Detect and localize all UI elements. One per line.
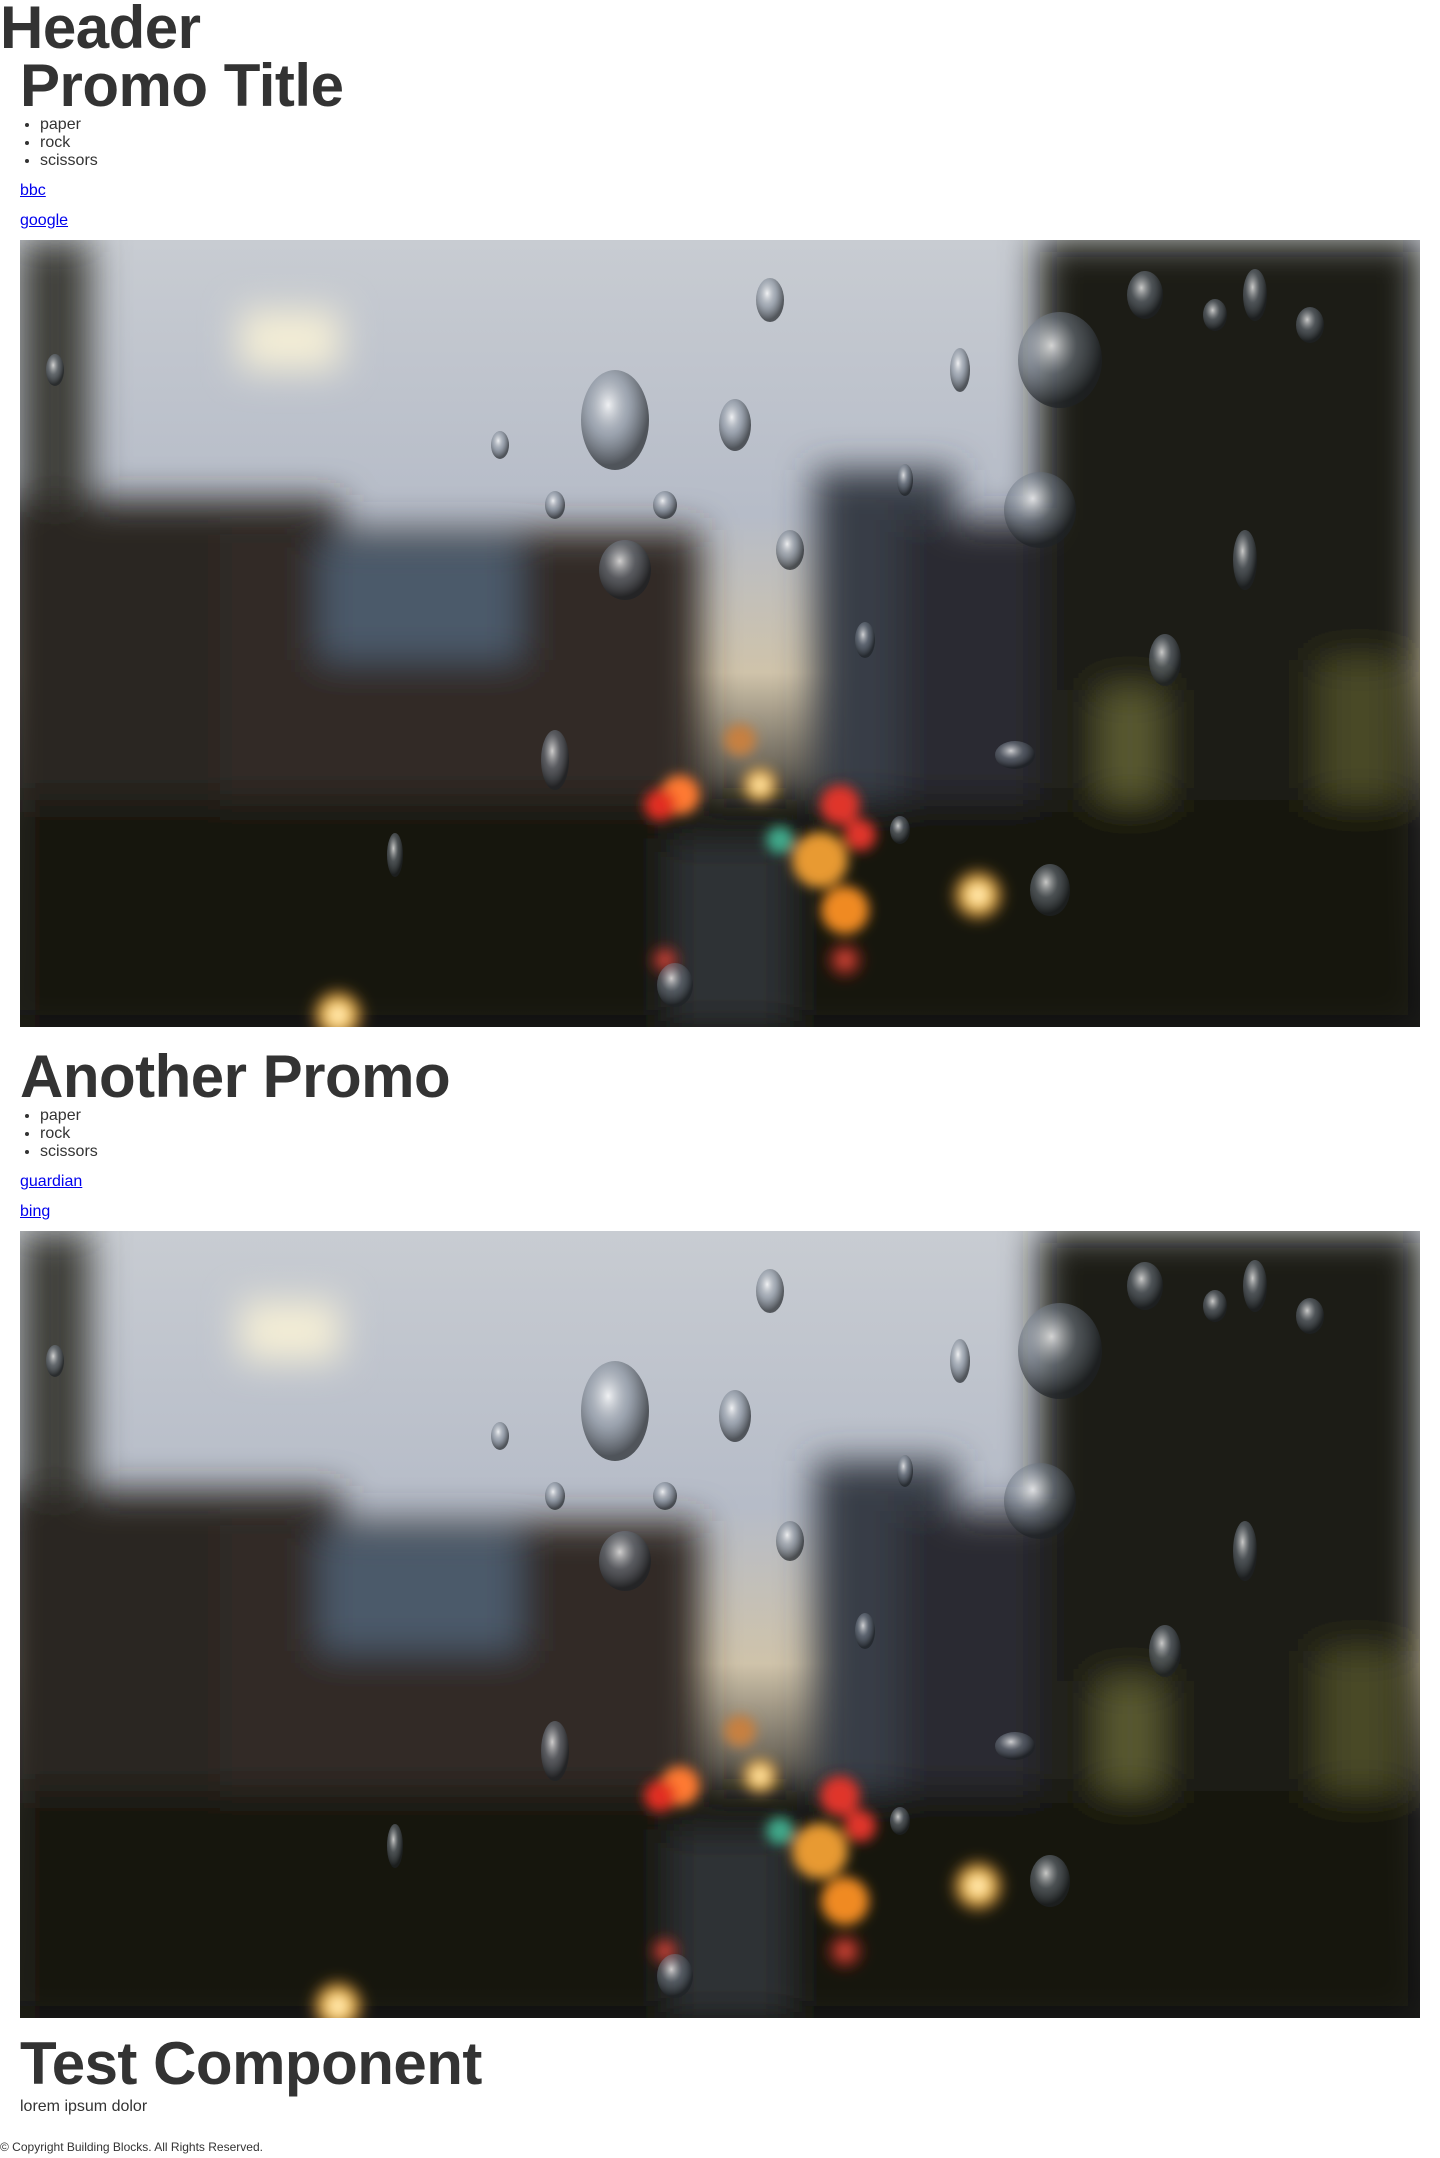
page-header: Header <box>0 0 201 61</box>
rain-window-image <box>20 240 1420 1027</box>
promo-block-2: Another Promo paper rock scissors guardi… <box>20 1047 1420 2018</box>
promo-title: Promo Title <box>20 52 344 119</box>
promo-title: Another Promo <box>20 1043 451 1110</box>
promo-list: paper rock scissors <box>20 116 1420 170</box>
promo-image <box>20 240 1420 1027</box>
link-guardian[interactable]: guardian <box>20 1173 82 1191</box>
promo-list: paper rock scissors <box>20 1107 1420 1161</box>
list-item: rock <box>40 134 1420 152</box>
link-google[interactable]: google <box>20 212 68 230</box>
test-component-text: lorem ipsum dolor <box>20 2098 148 2115</box>
list-item: scissors <box>40 152 1420 170</box>
promo-block-1: Promo Title paper rock scissors bbc goog… <box>20 56 1420 1027</box>
list-item: rock <box>40 1125 1420 1143</box>
list-item: scissors <box>40 1143 1420 1161</box>
link-bing[interactable]: bing <box>20 1203 50 1221</box>
link-bbc[interactable]: bbc <box>20 182 46 200</box>
test-component-title: Test Component <box>20 2030 482 2097</box>
promo-image <box>20 1231 1420 2018</box>
footer-copyright: © Copyright Building Blocks. All Rights … <box>0 2140 263 2154</box>
test-component: Test Component lorem ipsum dolor <box>20 2034 482 2116</box>
rain-window-image <box>20 1231 1420 2018</box>
